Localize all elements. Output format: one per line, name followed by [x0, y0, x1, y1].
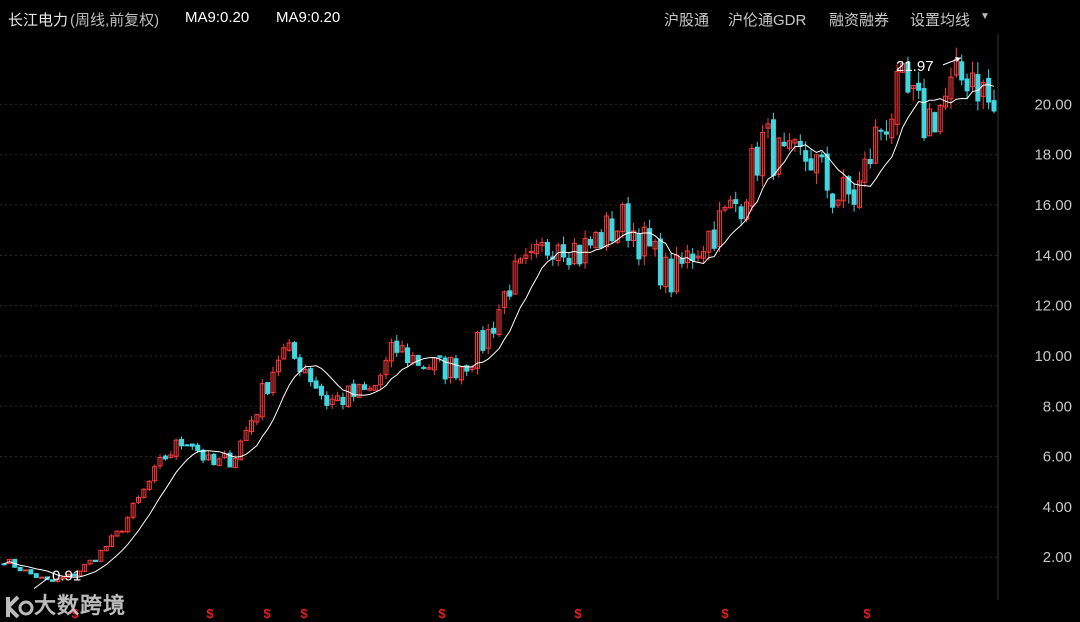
candle-body	[733, 199, 739, 205]
candle-body	[544, 241, 550, 256]
candlestick-chart: 20.00 18.00 16.00 14.00 12.00 10.00 8.00 6.00 4.…	[0, 34, 1072, 621]
candle-body	[179, 438, 185, 447]
y-axis: 20.00 18.00 16.00 14.00 12.00 10.00 8.00 6.00 4.…	[1034, 96, 1072, 566]
candle-body	[824, 153, 830, 191]
candle-body	[421, 366, 427, 369]
candle-body	[39, 576, 45, 579]
candle-body	[23, 569, 29, 572]
candle-body	[528, 251, 534, 254]
candle-body	[916, 82, 922, 91]
candle-body	[92, 559, 98, 562]
candle-body	[867, 158, 873, 165]
candle-body	[754, 146, 760, 176]
candle-body	[361, 384, 367, 390]
candle-body	[636, 233, 642, 260]
candle-body	[647, 228, 653, 247]
candle-body	[561, 244, 567, 258]
y-tick-label: 16.00	[1034, 197, 1072, 214]
candle-body	[507, 290, 513, 297]
candle-body	[340, 396, 346, 405]
candle-body	[318, 385, 324, 396]
candle-body	[292, 342, 298, 359]
y-tick-label: 12.00	[1034, 298, 1072, 315]
event-marker: $	[206, 606, 214, 621]
watermark-text: 大数跨境	[34, 593, 127, 618]
candle-body	[986, 77, 992, 103]
candle-body	[577, 244, 583, 265]
candle-body	[625, 203, 631, 241]
y-tick-label: 20.00	[1034, 96, 1072, 113]
y-tick-label: 14.00	[1034, 247, 1072, 264]
candle-body	[480, 330, 486, 351]
candle-body	[803, 150, 809, 162]
candle-body	[491, 327, 497, 334]
candle-body	[195, 444, 201, 451]
candle-body	[690, 253, 696, 261]
candle-body	[657, 238, 663, 286]
candle-body	[668, 258, 674, 293]
candle-body	[184, 444, 190, 447]
y-tick-label: 6.00	[1043, 449, 1072, 466]
watermark-logo-icon	[6, 595, 34, 619]
candle-body	[598, 232, 604, 249]
candle-body	[781, 141, 787, 147]
candle-body	[808, 158, 814, 171]
event-marker: $	[300, 606, 308, 621]
y-tick-label: 8.00	[1043, 398, 1072, 415]
candle-body	[609, 218, 615, 242]
candles	[1, 47, 997, 583]
event-markers: $ $ $ $ $ $ $ $	[71, 606, 871, 621]
candle-body	[819, 154, 825, 158]
candle-body	[265, 382, 271, 395]
min-price-label: 0.91	[52, 568, 81, 585]
candle-body	[119, 530, 125, 533]
candle-body	[921, 88, 927, 139]
candle-body	[453, 358, 459, 379]
y-tick-label: 10.00	[1034, 348, 1072, 365]
candle-body	[932, 112, 938, 133]
event-marker: $	[721, 606, 729, 621]
candle-body	[28, 569, 34, 575]
candle-body	[711, 229, 717, 249]
y-tick-label: 2.00	[1043, 549, 1072, 566]
candle-body	[883, 131, 889, 135]
candle-body	[566, 257, 572, 266]
candle-body	[679, 258, 685, 264]
candle-body	[297, 357, 303, 373]
candle-body	[33, 573, 39, 578]
candle-body	[1, 563, 7, 566]
candle-body	[851, 189, 857, 205]
candle-body	[308, 368, 314, 383]
candle-body	[878, 129, 884, 132]
candle-body	[587, 238, 593, 246]
candle-body	[959, 61, 965, 81]
candle-body	[738, 206, 744, 220]
event-marker: $	[438, 606, 446, 621]
y-tick-label: 4.00	[1043, 499, 1072, 516]
event-marker: $	[863, 606, 871, 621]
event-marker: $	[263, 606, 271, 621]
candle-body	[211, 453, 217, 465]
candle-body	[964, 78, 970, 92]
candle-body	[991, 100, 997, 112]
candle-body	[324, 395, 330, 406]
candle-body	[770, 119, 776, 176]
candle-body	[200, 449, 206, 461]
stock-chart-window: 长江电力 (周线,前复权) MA9:0.20 MA9:0.20 沪股通 沪伦通GD…	[0, 0, 1080, 622]
candle-body	[189, 443, 195, 447]
event-marker: $	[574, 606, 582, 621]
candle-body	[437, 355, 443, 358]
candle-body	[313, 380, 319, 389]
candle-body	[17, 566, 23, 572]
candle-body	[394, 340, 400, 353]
max-price-label: 21.97	[896, 58, 934, 75]
candle-body	[975, 74, 981, 102]
candle-body	[830, 193, 836, 208]
y-tick-label: 18.00	[1034, 147, 1072, 164]
watermark: 大数跨境	[4, 588, 126, 620]
candle-body	[162, 455, 168, 460]
candle-body	[405, 347, 411, 364]
